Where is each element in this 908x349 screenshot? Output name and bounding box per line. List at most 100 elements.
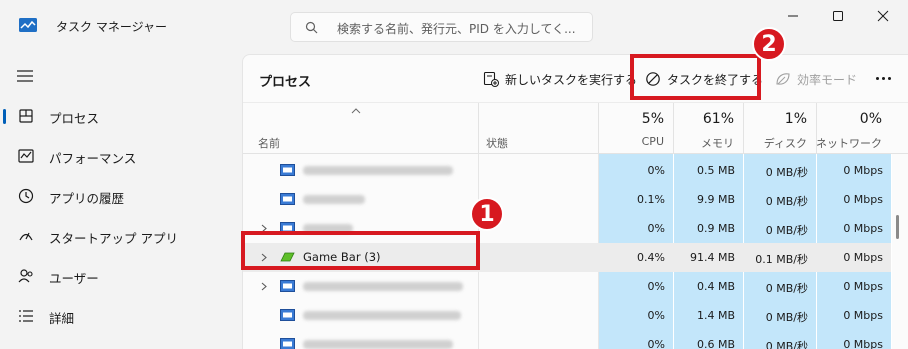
sidebar-item-label: パフォーマンス bbox=[49, 151, 137, 166]
chevron-right-icon[interactable] bbox=[260, 282, 268, 291]
blurred-process-name bbox=[303, 340, 453, 349]
cpu-value: 0% bbox=[647, 309, 665, 322]
network-value: 0 Mbps bbox=[843, 251, 883, 264]
table-row[interactable]: 0% 0.5 MB 0 MB/秒 0 Mbps bbox=[243, 156, 891, 185]
table-row[interactable]: 0% 1.4 MB 0 MB/秒 0 Mbps bbox=[243, 301, 891, 330]
column-label: メモリ bbox=[701, 137, 734, 150]
table-row[interactable]: 0% 0.4 MB 0 MB/秒 0 Mbps bbox=[243, 272, 891, 301]
disk-value: 0 MB/秒 bbox=[765, 340, 808, 349]
new-task-icon bbox=[483, 71, 499, 87]
table-row[interactable]: 0% 0.6 MB 0 MB/秒 0 Mbps bbox=[243, 330, 891, 349]
sidebar-item-label: 詳細 bbox=[49, 311, 75, 326]
column-header-name[interactable]: 名前 bbox=[243, 103, 478, 154]
search-placeholder: 検索する名前、発行元、PID を入力してく... bbox=[337, 22, 576, 36]
memory-value: 0.4 MB bbox=[696, 280, 735, 293]
table-header: 名前 状態 5% CPU 61% メモリ 1% ディスク 0% ネットワーク bbox=[243, 103, 908, 154]
run-new-task-button[interactable]: 新しいタスクを実行する bbox=[483, 68, 637, 90]
blurred-process-name bbox=[303, 195, 365, 204]
column-divider bbox=[891, 154, 892, 349]
memory-value: 9.9 MB bbox=[696, 193, 735, 206]
window-app-icon bbox=[280, 193, 295, 205]
disk-value: 0 MB/秒 bbox=[765, 311, 808, 324]
more-options-icon[interactable] bbox=[873, 68, 893, 88]
memory-value: 1.4 MB bbox=[696, 309, 735, 322]
details-icon bbox=[19, 310, 33, 322]
network-value: 0 Mbps bbox=[843, 309, 883, 322]
processes-icon bbox=[19, 109, 33, 123]
sidebar-item-label: ユーザー bbox=[49, 271, 99, 286]
disk-value: 0 MB/秒 bbox=[765, 195, 808, 208]
disk-value: 0.1 MB/秒 bbox=[755, 253, 808, 266]
table-row[interactable]: 0.1% 9.9 MB 0 MB/秒 0 Mbps bbox=[243, 185, 891, 214]
sidebar-item-details[interactable]: 詳細 bbox=[0, 296, 240, 336]
column-label: 名前 bbox=[258, 137, 280, 150]
sidebar-item-label: スタートアップ アプリ bbox=[49, 231, 178, 246]
sort-up-icon bbox=[351, 108, 361, 114]
cpu-total: 5% bbox=[641, 111, 664, 127]
window-app-icon bbox=[280, 309, 295, 321]
close-icon[interactable] bbox=[873, 6, 893, 26]
disk-value: 0 MB/秒 bbox=[765, 224, 808, 237]
cpu-value: 0.4% bbox=[637, 251, 665, 264]
network-value: 0 Mbps bbox=[843, 164, 883, 177]
minimize-icon[interactable] bbox=[783, 6, 803, 26]
memory-total: 61% bbox=[702, 111, 734, 127]
memory-value: 91.4 MB bbox=[689, 251, 735, 264]
network-total: 0% bbox=[859, 111, 882, 127]
hamburger-menu-icon[interactable] bbox=[16, 69, 34, 83]
column-label: CPU bbox=[641, 135, 664, 148]
memory-value: 0.5 MB bbox=[696, 164, 735, 177]
column-label: 状態 bbox=[486, 137, 508, 150]
efficiency-mode-button[interactable]: 効率モード bbox=[775, 68, 857, 90]
callout-box-end-task bbox=[630, 54, 761, 100]
leaf-icon bbox=[776, 73, 790, 85]
users-icon bbox=[18, 269, 33, 283]
cpu-value: 0% bbox=[647, 338, 665, 349]
cpu-value: 0.1% bbox=[637, 193, 665, 206]
sidebar-item-label: プロセス bbox=[49, 111, 100, 126]
processes-panel: プロセス 新しいタスクを実行する タスクを終了する 効率モード 名前 状態 5%… bbox=[242, 54, 908, 349]
window-app-icon bbox=[280, 338, 295, 349]
disk-value: 0 MB/秒 bbox=[765, 282, 808, 295]
column-header-network[interactable]: 0% ネットワーク bbox=[816, 103, 891, 154]
window-app-icon bbox=[280, 280, 295, 292]
app-title: タスク マネージャー bbox=[56, 20, 167, 34]
page-title: プロセス bbox=[259, 75, 312, 90]
cpu-value: 0% bbox=[647, 222, 665, 235]
column-label: ネットワーク bbox=[816, 137, 882, 150]
cpu-value: 0% bbox=[647, 280, 665, 293]
history-icon bbox=[18, 188, 34, 204]
blurred-process-name bbox=[303, 282, 463, 291]
memory-value: 0.9 MB bbox=[696, 222, 735, 235]
sidebar-item-label: アプリの履歴 bbox=[49, 191, 125, 206]
vertical-scrollbar[interactable] bbox=[896, 215, 899, 239]
network-value: 0 Mbps bbox=[843, 193, 883, 206]
startup-icon bbox=[19, 232, 33, 241]
column-header-memory[interactable]: 61% メモリ bbox=[673, 103, 743, 154]
disk-total: 1% bbox=[784, 111, 807, 127]
column-header-disk[interactable]: 1% ディスク bbox=[743, 103, 816, 154]
step-badge-1: 1 bbox=[470, 197, 504, 231]
sidebar-item-performance[interactable]: パフォーマンス bbox=[0, 136, 240, 176]
sidebar-item-processes[interactable]: プロセス bbox=[0, 96, 240, 136]
network-value: 0 Mbps bbox=[843, 280, 883, 293]
sidebar-item-startup-apps[interactable]: スタートアップ アプリ bbox=[0, 216, 240, 256]
performance-icon bbox=[18, 149, 34, 163]
sidebar-item-users[interactable]: ユーザー bbox=[0, 256, 240, 296]
maximize-icon[interactable] bbox=[828, 6, 848, 26]
cpu-value: 0% bbox=[647, 164, 665, 177]
search-input[interactable]: 検索する名前、発行元、PID を入力してく... bbox=[290, 12, 593, 42]
step-badge-2: 2 bbox=[752, 27, 786, 61]
active-indicator bbox=[3, 109, 6, 124]
efficiency-mode-label: 効率モード bbox=[797, 72, 858, 87]
column-header-status[interactable]: 状態 bbox=[478, 103, 598, 154]
disk-value: 0 MB/秒 bbox=[765, 166, 808, 179]
callout-box-game-bar bbox=[241, 231, 480, 270]
sidebar-item-app-history[interactable]: アプリの履歴 bbox=[0, 176, 240, 216]
search-icon bbox=[305, 21, 318, 34]
task-manager-icon bbox=[19, 18, 37, 32]
column-header-cpu[interactable]: 5% CPU bbox=[598, 103, 673, 154]
toolbar: プロセス 新しいタスクを実行する タスクを終了する 効率モード bbox=[243, 55, 908, 103]
network-value: 0 Mbps bbox=[843, 222, 883, 235]
sidebar: プロセス パフォーマンス アプリの履歴 スタートアップ アプリ ユーザー 詳細 bbox=[0, 50, 240, 349]
